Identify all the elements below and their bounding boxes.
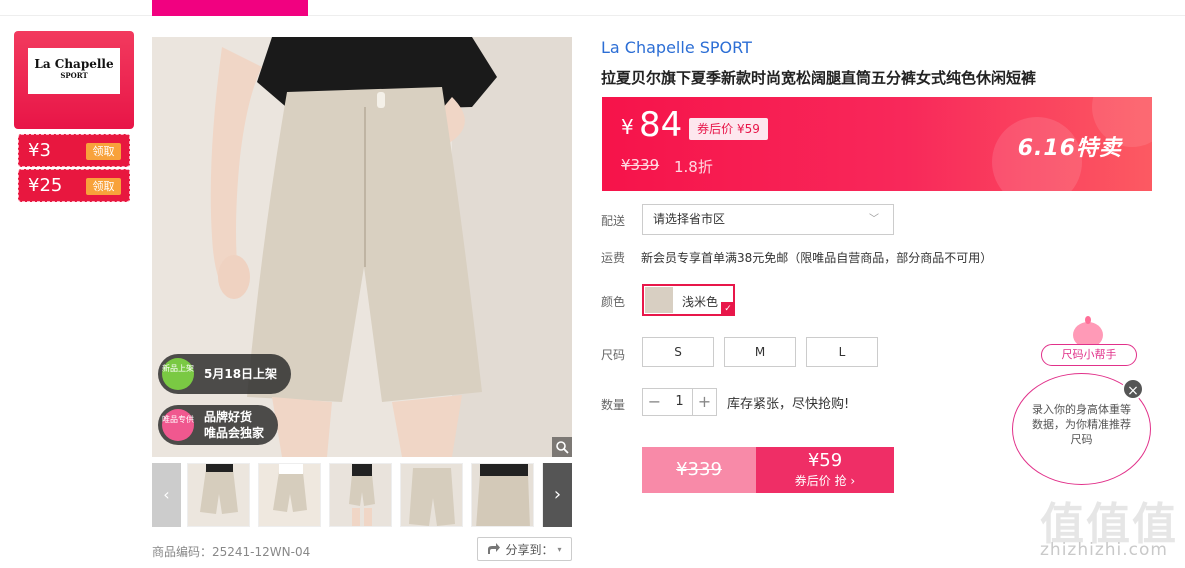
new-arrival-date: 5月18日上架	[204, 367, 278, 381]
discount-rate: 1.8折	[674, 158, 713, 176]
new-arrival-icon: 新品上架	[162, 358, 194, 390]
magnifier-icon[interactable]	[552, 437, 572, 457]
size-option-m[interactable]: M	[724, 337, 796, 367]
thumbnail-strip: ‹ ›	[152, 463, 572, 527]
exclusive-icon: 唯品专供	[162, 409, 194, 441]
coupon-claim-button[interactable]: 领取	[86, 178, 121, 195]
exclusive-line1: 品牌好货	[204, 410, 253, 424]
coupon-amount: ¥3	[28, 140, 51, 161]
promo-tag: 6.16特卖	[1017, 136, 1122, 161]
thumbnail-prev-button[interactable]: ‹	[152, 463, 181, 527]
buy-price: ¥59	[807, 450, 843, 471]
chevron-down-icon: ▾	[557, 544, 562, 554]
exclusive-badge: 唯品专供 品牌好货 唯品会独家	[158, 405, 279, 445]
top-nav	[0, 0, 1185, 16]
color-option-selected[interactable]: 浅米色 ✓	[642, 284, 735, 316]
size-option-l[interactable]: L	[806, 337, 878, 367]
nav-active-tab[interactable]	[152, 0, 308, 16]
coupon-amount: ¥25	[28, 175, 63, 196]
size-label: 尺码	[601, 348, 626, 362]
close-icon[interactable]: ×	[1122, 378, 1144, 400]
thumbnail[interactable]	[400, 463, 463, 527]
exclusive-line2: 唯品会独家	[204, 426, 265, 440]
product-title: 拉夏贝尔旗下夏季新款时尚宽松阔腿直筒五分裤女式纯色休闲短裤	[601, 69, 1037, 87]
quantity-increase-button[interactable]: +	[692, 388, 717, 416]
color-label: 颜色	[601, 295, 626, 309]
thumbnail-next-button[interactable]: ›	[543, 463, 572, 527]
brand-link[interactable]: La Chapelle SPORT	[601, 38, 752, 57]
share-button[interactable]: 分享到： ▾	[477, 537, 572, 561]
region-select[interactable]: 请选择省市区 ﹀	[642, 204, 894, 235]
size-helper-text: 录入你的身高体重等数据，为你精准推荐尺码	[1032, 403, 1131, 446]
size-helper-title[interactable]: 尺码小帮手	[1041, 344, 1137, 366]
buy-sub-label: 券后价 抢 ›	[794, 474, 856, 488]
check-icon: ✓	[721, 302, 735, 316]
shipping-label: 运费	[601, 251, 626, 265]
stock-warning: 库存紧张，尽快抢购!	[727, 397, 850, 412]
region-select-value: 请选择省市区	[653, 212, 726, 226]
price-banner: ¥ 84 券后价 ¥59 ¥339 1.8折 6.16特卖	[602, 97, 1152, 191]
buy-with-coupon-button[interactable]: ¥59 券后价 抢 ›	[756, 447, 894, 493]
size-option-s[interactable]: S	[642, 337, 714, 367]
shipping-text: 新会员专享首单满38元免邮（限唯品自营商品，部分商品不可用）	[641, 251, 993, 265]
main-product-image[interactable]: 新品上架 5月18日上架 唯品专供 品牌好货 唯品会独家	[152, 37, 572, 457]
brand-logo-subtext: SPORT	[60, 71, 88, 80]
chevron-down-icon: ﹀	[869, 214, 879, 225]
quantity-label: 数量	[601, 398, 626, 412]
quantity-decrease-button[interactable]: −	[642, 388, 667, 416]
original-price-button[interactable]: ¥339	[642, 447, 756, 493]
product-page: { "nav": { "active_tab": "", "items": []…	[0, 0, 1185, 568]
brand-logo-text: La Chapelle	[34, 57, 114, 71]
coupon-card[interactable]: ¥25 领取	[18, 169, 130, 202]
sale-price: 84	[639, 105, 683, 145]
watermark-url: zhizhizhi.com	[1040, 540, 1168, 560]
coupon-claim-button[interactable]: 领取	[86, 143, 121, 160]
thumbnail[interactable]	[258, 463, 321, 527]
share-icon	[488, 543, 501, 554]
thumbnail[interactable]	[471, 463, 534, 527]
brand-logo: La Chapelle SPORT	[28, 48, 120, 94]
currency-symbol: ¥	[621, 115, 634, 139]
brand-store-card[interactable]: La Chapelle SPORT	[14, 31, 134, 129]
new-arrival-badge: 新品上架 5月18日上架	[158, 354, 292, 394]
sku-code: 商品编码：25241-12WN-04	[152, 545, 311, 559]
coupon-card[interactable]: ¥3 领取	[18, 134, 130, 167]
product-photo	[152, 37, 572, 457]
share-label: 分享到：	[505, 542, 554, 557]
color-swatch	[645, 287, 673, 313]
original-price: ¥339	[621, 156, 660, 174]
color-option-label: 浅米色	[682, 295, 719, 309]
coupon-price-tag: 券后价 ¥59	[689, 118, 768, 140]
exclusive-text: 品牌好货 唯品会独家	[204, 409, 264, 441]
quantity-input[interactable]: 1	[666, 388, 693, 416]
delivery-label: 配送	[601, 214, 626, 228]
thumbnail[interactable]	[329, 463, 392, 527]
thumbnail[interactable]	[187, 463, 250, 527]
